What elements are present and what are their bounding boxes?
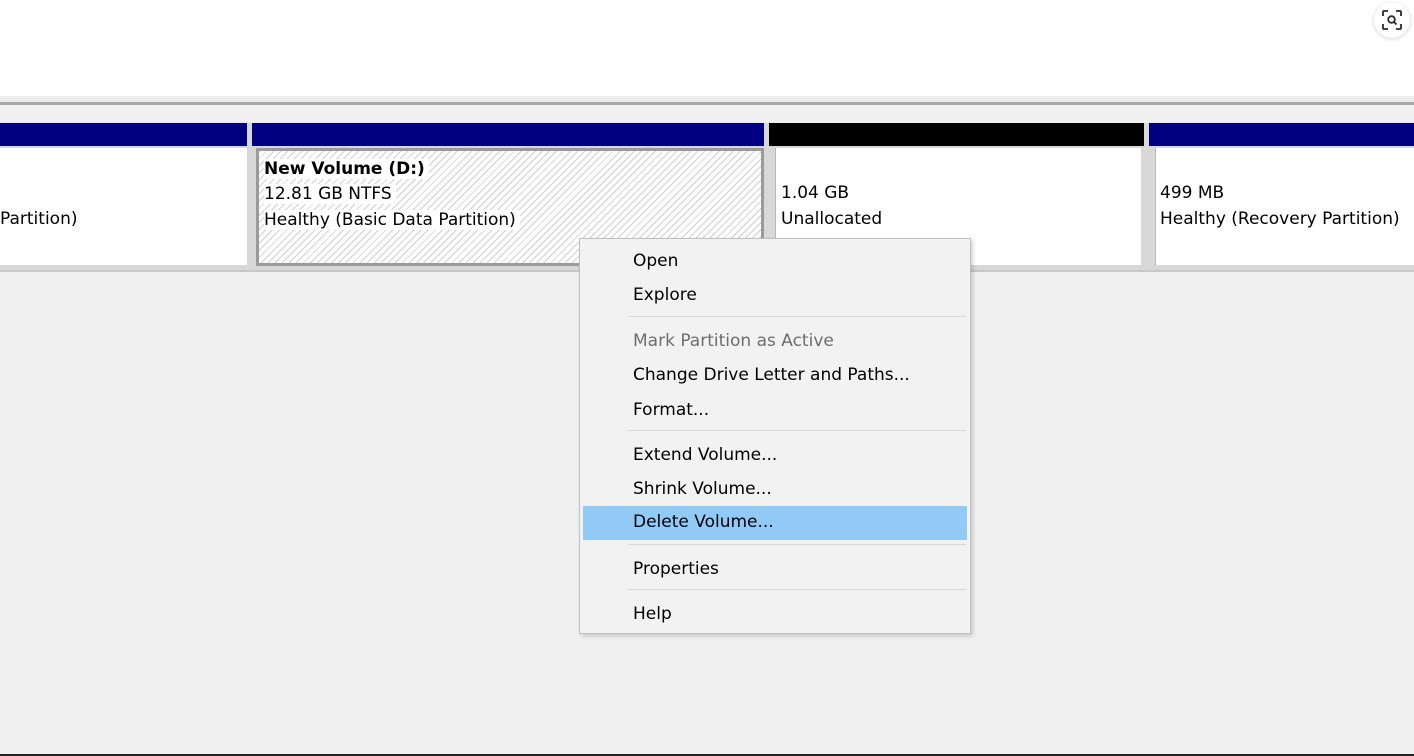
menu-item-format[interactable]: Format...	[583, 394, 967, 428]
menu-item-explore[interactable]: Explore	[583, 279, 967, 313]
menu-item-extend-volume[interactable]: Extend Volume...	[583, 439, 967, 473]
partition-bar-1	[0, 123, 247, 146]
partition-status: Partition)	[0, 209, 78, 229]
partition-status: Healthy (Basic Data Partition)	[264, 210, 520, 230]
partition-size: 12.81 GB NTFS	[264, 184, 396, 204]
partition-bar-3	[769, 123, 1144, 146]
menu-item-help[interactable]: Help	[583, 598, 967, 632]
partition-recovery[interactable]: 499 MB Healthy (Recovery Partition)	[1155, 148, 1414, 265]
top-area	[0, 0, 1414, 96]
partition-size: 499 MB	[1160, 183, 1225, 203]
partition-bar-4	[1149, 123, 1414, 146]
menu-item-shrink-volume[interactable]: Shrink Volume...	[583, 473, 967, 507]
disk-header-strip	[0, 105, 1414, 123]
menu-separator	[628, 316, 966, 317]
menu-item-open[interactable]: Open	[583, 245, 967, 279]
partition-size: 1.04 GB	[781, 183, 850, 203]
menu-separator	[628, 544, 966, 545]
partition-efi[interactable]: Partition)	[0, 148, 247, 265]
menu-separator	[628, 430, 966, 431]
menu-item-delete-volume[interactable]: Delete Volume...	[583, 506, 967, 540]
menu-item-properties[interactable]: Properties	[583, 553, 967, 587]
partition-name: New Volume (D:)	[264, 159, 429, 179]
visual-search-button[interactable]	[1374, 2, 1410, 38]
menu-separator	[628, 589, 966, 590]
menu-item-change-drive-letter[interactable]: Change Drive Letter and Paths...	[583, 359, 967, 393]
visual-search-icon	[1382, 10, 1402, 30]
menu-item-mark-partition-active: Mark Partition as Active	[633, 331, 834, 351]
partition-status: Unallocated	[781, 209, 883, 229]
partition-bar-2	[252, 123, 764, 146]
context-menu: Open Explore Mark Partition as Active Ch…	[579, 238, 971, 634]
partition-status: Healthy (Recovery Partition)	[1160, 209, 1400, 229]
